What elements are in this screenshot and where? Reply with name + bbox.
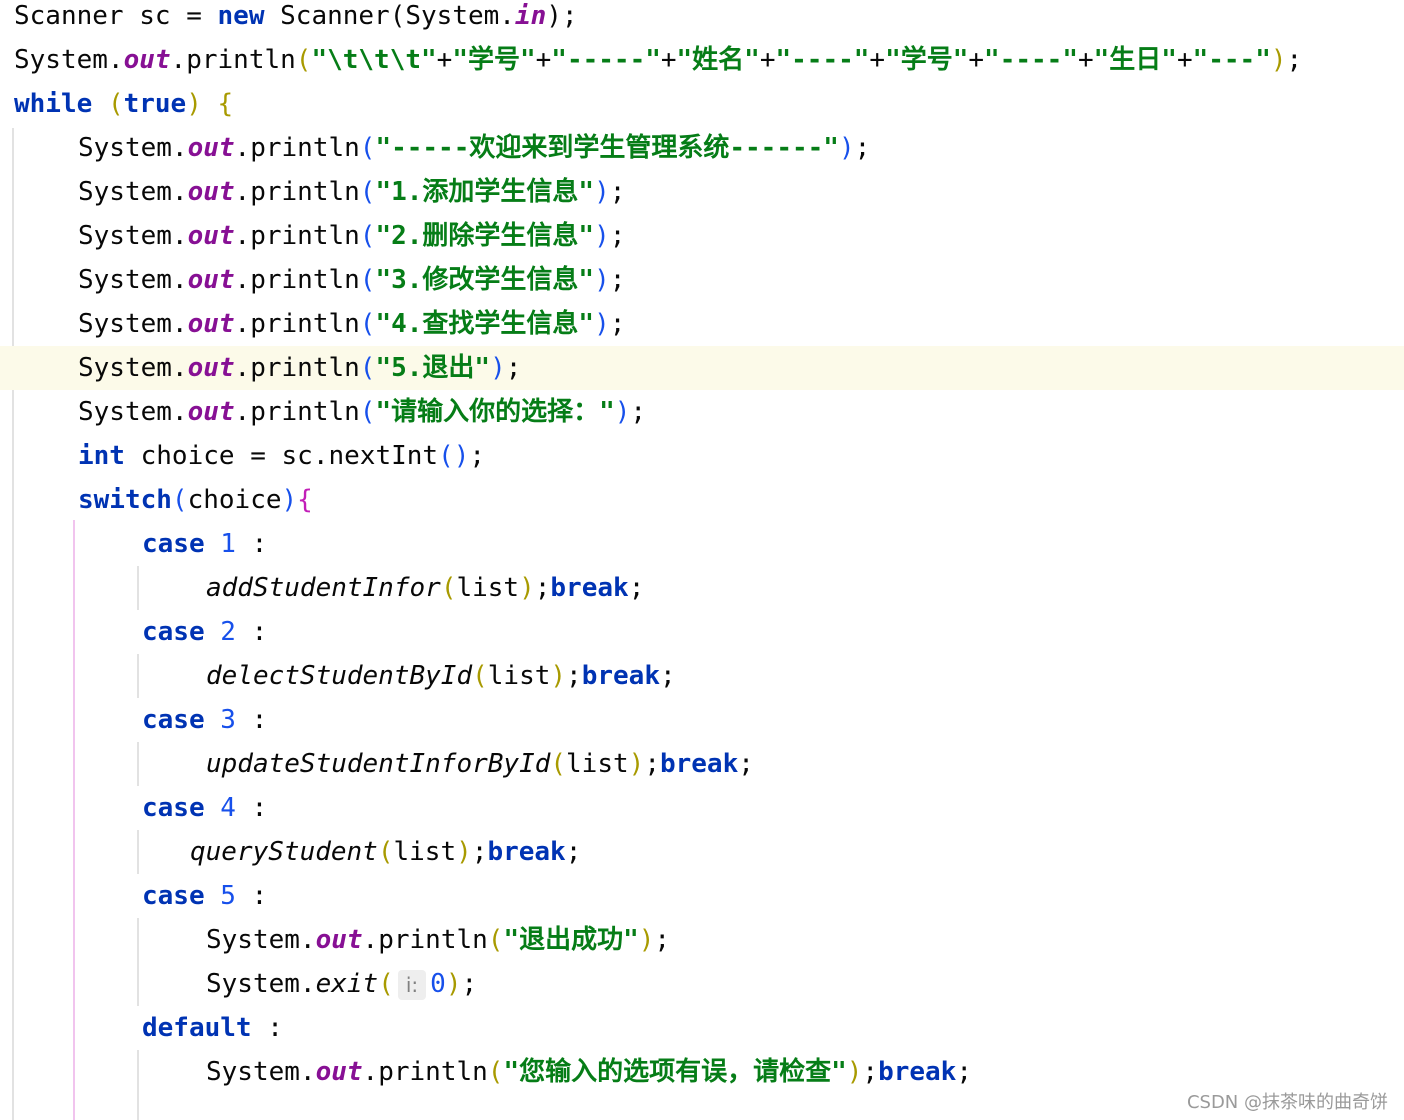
code-line[interactable]: int choice = sc.nextInt(); xyxy=(0,434,1404,478)
code-line[interactable]: System.exit(i: 0); xyxy=(0,962,1404,1006)
code-line[interactable]: updateStudentInforById(list);break; xyxy=(0,742,1404,786)
watermark: CSDN @抹茶味的曲奇饼 xyxy=(1186,1092,1388,1113)
code-line[interactable]: case 4 : xyxy=(0,786,1404,830)
code-line-current[interactable]: System.out.println("5.退出"); xyxy=(0,346,1404,390)
code-line[interactable]: case 1 : xyxy=(0,522,1404,566)
code-line[interactable]: Scanner sc = new Scanner(System.in); xyxy=(0,0,1404,38)
code-line[interactable]: queryStudent(list);break; xyxy=(0,830,1404,874)
code-line[interactable]: System.out.println("4.查找学生信息"); xyxy=(0,302,1404,346)
code-editor[interactable]: Scanner sc = new Scanner(System.in); Sys… xyxy=(0,0,1404,1120)
code-line[interactable]: case 5 : xyxy=(0,874,1404,918)
code-line[interactable]: System.out.println("退出成功"); xyxy=(0,918,1404,962)
code-line[interactable]: System.out.println("请输入你的选择："); xyxy=(0,390,1404,434)
code-line[interactable]: default : xyxy=(0,1006,1404,1050)
code-line[interactable]: System.out.println("\t\t\t"+"学号"+"-----"… xyxy=(0,38,1404,82)
code-line[interactable]: case 2 : xyxy=(0,610,1404,654)
code-line[interactable]: while (true) { xyxy=(0,82,1404,126)
code-line[interactable]: System.out.println("-----欢迎来到学生管理系统-----… xyxy=(0,126,1404,170)
code-line[interactable]: System.out.println("1.添加学生信息"); xyxy=(0,170,1404,214)
code-line[interactable]: case 3 : xyxy=(0,698,1404,742)
code-line[interactable]: delectStudentById(list);break; xyxy=(0,654,1404,698)
code-line[interactable]: addStudentInfor(list);break; xyxy=(0,566,1404,610)
code-line[interactable]: System.out.println("3.修改学生信息"); xyxy=(0,258,1404,302)
code-line[interactable]: System.out.println("2.删除学生信息"); xyxy=(0,214,1404,258)
code-line[interactable]: switch(choice){ xyxy=(0,478,1404,522)
parameter-hint: i: xyxy=(397,969,427,1000)
